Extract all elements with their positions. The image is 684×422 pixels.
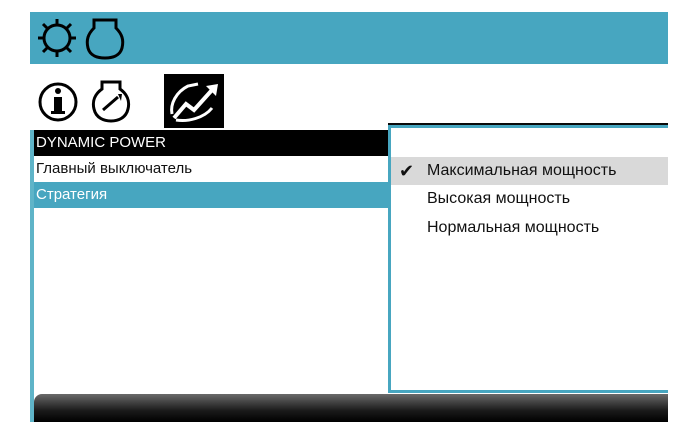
list-header: DYNAMIC POWER [34,130,390,156]
tab-dynamic-power[interactable] [164,74,224,128]
engine-gauge-icon [91,80,131,123]
engine-icon[interactable] [84,16,126,65]
tab-info[interactable] [36,74,80,128]
top-bar [30,12,668,64]
dynamic-power-icon [170,82,218,122]
option-high-power[interactable]: Высокая мощность [391,185,668,213]
tab-engine[interactable] [88,74,134,128]
bottom-bar [34,394,668,422]
gear-icon[interactable] [36,16,78,65]
option-normal-power[interactable]: Нормальная мощность [391,214,668,242]
menu-item-strategy[interactable]: Стратегия [34,182,390,208]
tab-row [30,64,668,130]
menu-list: DYNAMIC POWER Главный выключатель Страте… [34,130,390,405]
info-icon [38,82,78,122]
strategy-options-popup: ✔ Максимальная мощность Высокая мощность… [388,125,668,393]
display-screen: DYNAMIC POWER Главный выключатель Страте… [30,12,668,422]
option-max-power[interactable]: ✔ Максимальная мощность [391,157,668,185]
option-label: Нормальная мощность [427,219,600,236]
option-label: Высокая мощность [427,190,571,207]
option-label: Максимальная мощность [427,162,617,179]
checkmark-icon: ✔ [399,161,415,181]
menu-item-main-switch[interactable]: Главный выключатель [34,156,390,182]
